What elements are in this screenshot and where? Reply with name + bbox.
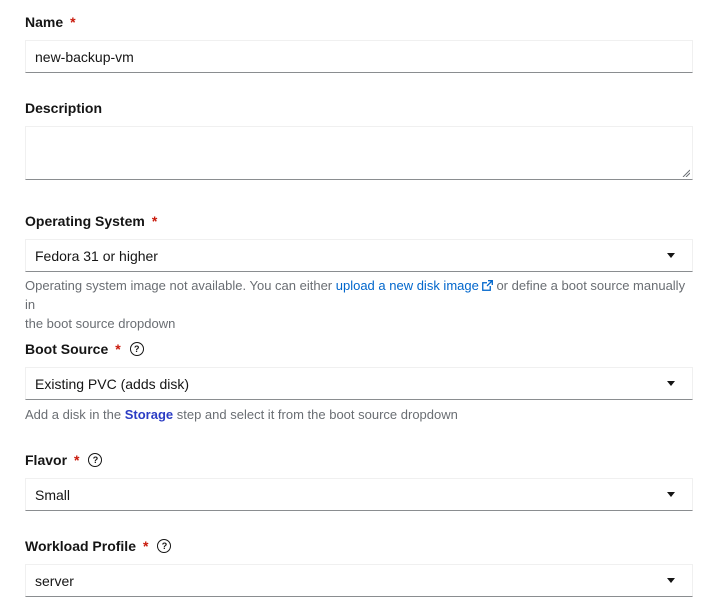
helper-text-part: the boot source dropdown — [25, 316, 176, 331]
upload-disk-image-link[interactable]: upload a new disk image — [336, 278, 493, 293]
required-indicator: * — [115, 341, 121, 357]
flavor-selected-value: Small — [35, 486, 71, 503]
boot-source-field-group: Boot Source * ? Existing PVC (adds disk)… — [25, 340, 693, 424]
storage-step-link[interactable]: Storage — [125, 407, 173, 422]
required-indicator: * — [142, 538, 149, 554]
name-label: Name * — [25, 13, 693, 31]
required-indicator: * — [151, 213, 158, 229]
upload-disk-image-link-text: upload a new disk image — [335, 278, 479, 293]
caret-down-icon — [667, 381, 675, 386]
required-indicator: * — [74, 452, 80, 468]
description-textarea[interactable] — [25, 126, 693, 180]
boot-source-selected-value: Existing PVC (adds disk) — [35, 375, 190, 392]
operating-system-select[interactable]: Fedora 31 or higher — [25, 239, 693, 272]
description-label: Description — [25, 99, 693, 117]
caret-down-icon — [667, 578, 675, 583]
help-icon[interactable]: ? — [88, 453, 103, 467]
flavor-label-text: Flavor — [25, 452, 68, 468]
external-link-icon — [481, 280, 493, 291]
description-label-text: Description — [25, 100, 103, 116]
name-label-text: Name — [25, 14, 64, 30]
description-field-group: Description — [25, 99, 693, 180]
caret-down-icon — [667, 492, 675, 497]
name-input-value: new-backup-vm — [35, 48, 134, 65]
boot-source-select[interactable]: Existing PVC (adds disk) — [25, 367, 693, 400]
boot-source-label-text: Boot Source — [25, 341, 109, 357]
vm-details-form: Name * new-backup-vm Description Operati… — [0, 0, 707, 607]
flavor-select[interactable]: Small — [25, 478, 693, 511]
resize-handle-icon[interactable] — [682, 169, 690, 177]
required-indicator: * — [70, 14, 76, 30]
workload-profile-select[interactable]: server — [25, 564, 693, 597]
workload-profile-field-group: Workload Profile * ? server — [25, 537, 693, 597]
flavor-field-group: Flavor * ? Small — [25, 451, 693, 511]
help-icon[interactable]: ? — [129, 342, 144, 356]
boot-source-label: Boot Source * ? — [25, 340, 693, 358]
operating-system-field-group: Operating System * Fedora 31 or higher O… — [25, 212, 693, 333]
operating-system-label-text: Operating System — [25, 213, 145, 229]
workload-profile-selected-value: server — [35, 572, 74, 589]
workload-profile-label: Workload Profile * ? — [25, 537, 693, 555]
boot-source-helper-text: Add a disk in the Storage step and selec… — [25, 405, 693, 424]
helper-text-part: Operating system image not available. Yo… — [25, 278, 336, 293]
helper-text-part: Add a disk in the — [25, 407, 125, 422]
caret-down-icon — [667, 253, 675, 258]
operating-system-label: Operating System * — [25, 212, 693, 230]
name-field-group: Name * new-backup-vm — [25, 13, 693, 73]
helper-text-part: step and select it from the boot source … — [173, 407, 458, 422]
operating-system-helper-text: Operating system image not available. Yo… — [25, 276, 693, 333]
workload-profile-label-text: Workload Profile — [25, 538, 136, 554]
help-icon[interactable]: ? — [157, 539, 172, 553]
flavor-label: Flavor * ? — [25, 451, 693, 469]
name-input[interactable]: new-backup-vm — [25, 40, 693, 73]
operating-system-selected-value: Fedora 31 or higher — [35, 247, 158, 264]
